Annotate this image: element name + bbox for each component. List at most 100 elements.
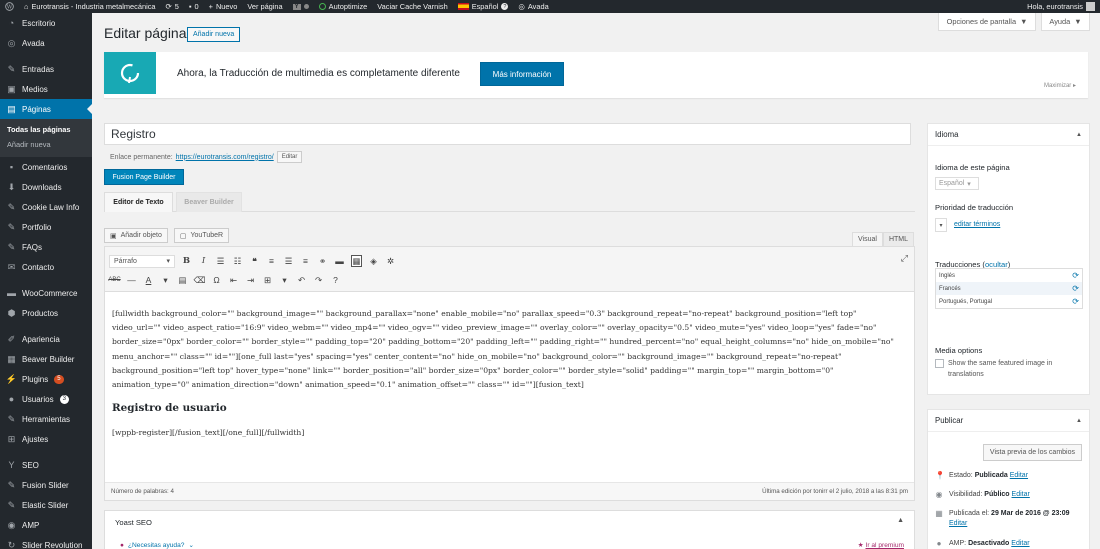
sidebar-item-contacto[interactable]: ✉ Contacto <box>0 257 92 277</box>
blockquote-icon[interactable]: ❝ <box>249 255 260 267</box>
table-icon[interactable]: ⊞ <box>262 274 273 286</box>
caret-down-icon[interactable]: ▾ <box>279 274 290 286</box>
tab-text-editor[interactable]: Editor de Texto <box>104 192 173 212</box>
page-language-select[interactable]: Español ▾ <box>935 177 979 190</box>
link-icon[interactable]: ⚭ <box>317 255 328 267</box>
edit-permalink-button[interactable]: Editar <box>276 151 303 163</box>
site-name-link[interactable]: ⌂ Eurotransis - Industria metalmecánica <box>19 0 161 13</box>
sidebar-item-seo[interactable]: Y SEO <box>0 455 92 475</box>
fusion-page-builder-button[interactable]: Fusion Page Builder <box>104 169 184 185</box>
comments-link[interactable]: ▪ 0 <box>184 0 204 13</box>
media-featured-checkbox[interactable]: Show the same featured image in translat… <box>935 358 1084 380</box>
align-left-icon[interactable]: ≡ <box>266 255 277 267</box>
paste-text-icon[interactable]: ▤ <box>177 274 188 286</box>
preview-changes-button[interactable]: Vista previa de los cambios <box>982 444 1082 461</box>
account-menu[interactable]: Hola, eurotransis <box>1022 0 1100 13</box>
autoptimize-link[interactable]: Autoptimize <box>314 0 373 13</box>
language-box-header[interactable]: Idioma ▲ <box>928 124 1089 146</box>
fullscreen-icon[interactable]: ⤢ <box>901 253 908 264</box>
sidebar-item-amp[interactable]: ◉ AMP <box>0 515 92 535</box>
translation-row[interactable]: Francés ⟳ <box>936 282 1082 295</box>
youtuber-button[interactable]: ▢ YouTubeR <box>173 228 230 243</box>
edit-status-link[interactable]: Editar <box>1010 472 1028 479</box>
bullet-list-icon[interactable]: ☰ <box>215 255 226 267</box>
tab-visual[interactable]: Visual <box>852 232 883 246</box>
caret-down-icon[interactable]: ▾ <box>160 274 171 286</box>
collapse-arrow-icon[interactable]: ▲ <box>897 517 904 524</box>
sidebar-item-faqs[interactable]: ✎ FAQs <box>0 237 92 257</box>
updates-link[interactable]: ⟳ 5 <box>161 0 184 13</box>
tab-html[interactable]: HTML <box>883 232 914 246</box>
yoast-premium-link[interactable]: ★ Ir al premium <box>858 541 904 549</box>
sidebar-item-comentarios[interactable]: ▪ Comentarios <box>0 157 92 177</box>
submenu-add-new[interactable]: Añadir nueva <box>0 137 92 152</box>
sidebar-item-downloads[interactable]: ⬇ Downloads <box>0 177 92 197</box>
bold-icon[interactable]: B <box>181 255 192 267</box>
add-new-button[interactable]: Añadir nueva <box>187 27 241 42</box>
italic-icon[interactable]: I <box>198 255 209 267</box>
sidebar-item-portfolio[interactable]: ✎ Portfolio <box>0 217 92 237</box>
new-content-link[interactable]: + Nuevo <box>204 0 243 13</box>
view-page-link[interactable]: Ver página <box>242 0 287 13</box>
edit-date-link[interactable]: Editar <box>949 520 967 527</box>
sidebar-item-ajustes[interactable]: ⊞ Ajustes <box>0 429 92 449</box>
clear-format-icon[interactable]: ⌫ <box>193 274 205 286</box>
format-select[interactable]: Párrafo ▾ <box>109 254 175 268</box>
post-title-input[interactable]: Registro <box>104 123 911 145</box>
sidebar-item-elastic-slider[interactable]: ✎ Elastic Slider <box>0 495 92 515</box>
language-switcher[interactable]: Español? <box>453 0 514 13</box>
sidebar-item-avada[interactable]: ◎ Avada <box>0 33 92 53</box>
translation-row[interactable]: Inglés ⟳ <box>936 269 1082 282</box>
read-more-icon[interactable]: ▬ <box>334 255 345 267</box>
yoast-help-link[interactable]: ● ¿Necesitas ayuda? ⌄ <box>120 541 194 549</box>
add-media-button[interactable]: ▣ Añadir objeto <box>104 228 168 243</box>
sidebar-item-slider-revolution[interactable]: ↻ Slider Revolution <box>0 535 92 549</box>
text-color-icon[interactable]: A <box>143 274 154 286</box>
sidebar-item-fusion-slider[interactable]: ✎ Fusion Slider <box>0 475 92 495</box>
checkbox[interactable] <box>935 359 944 368</box>
sidebar-item-medios[interactable]: ▣ Medios <box>0 79 92 99</box>
avada-link[interactable]: ◎ Avada <box>513 0 553 13</box>
sidebar-item-productos[interactable]: ⬢ Productos <box>0 303 92 323</box>
sidebar-item-beaver-builder[interactable]: ▦ Beaver Builder <box>0 349 92 369</box>
screen-options-button[interactable]: Opciones de pantalla ▼ <box>938 13 1036 31</box>
maximize-link[interactable]: Maximizar ▸ <box>1044 82 1076 89</box>
translation-row[interactable]: Portugués, Portugal ⟳ <box>936 295 1082 308</box>
horizontal-line-icon[interactable]: — <box>126 274 137 286</box>
sidebar-item-plugins[interactable]: ⚡ Plugins 5 <box>0 369 92 389</box>
varnish-link[interactable]: Vaciar Cache Varnish <box>372 0 452 13</box>
sidebar-item-p-ginas[interactable]: ▤ Páginas <box>0 99 92 119</box>
yoast-bar-icon[interactable]: Y <box>288 0 314 13</box>
help-button[interactable]: Ayuda ▼ <box>1041 13 1090 31</box>
submenu-all-pages[interactable]: Todas las páginas <box>0 122 92 137</box>
editor-content[interactable]: [fullwidth background_color="" backgroun… <box>112 307 902 441</box>
align-center-icon[interactable]: ☰ <box>283 255 294 267</box>
publish-box-header[interactable]: Publicar ▲ <box>928 410 1089 432</box>
more-info-button[interactable]: Más información <box>480 62 564 86</box>
permalink-url[interactable]: https://eurotransis.com/registro/ <box>176 154 274 161</box>
tab-beaver-builder[interactable]: Beaver Builder <box>176 192 242 212</box>
wordpress-logo-icon[interactable]: W <box>0 0 19 13</box>
layer-slider-icon[interactable]: ✲ <box>385 255 396 267</box>
priority-select[interactable]: ▾ <box>935 218 947 232</box>
numbered-list-icon[interactable]: ☷ <box>232 255 243 267</box>
strikethrough-icon[interactable]: ABC <box>108 274 120 286</box>
undo-icon[interactable]: ↶ <box>296 274 307 286</box>
sidebar-item-cookie-law-info[interactable]: ✎ Cookie Law Info <box>0 197 92 217</box>
outdent-icon[interactable]: ⇤ <box>228 274 239 286</box>
edit-visibility-link[interactable]: Editar <box>1012 491 1030 498</box>
sidebar-item-usuarios[interactable]: ● Usuarios 3 <box>0 389 92 409</box>
sidebar-item-apariencia[interactable]: ✐ Apariencia <box>0 329 92 349</box>
sidebar-item-entradas[interactable]: ✎ Entradas <box>0 59 92 79</box>
sidebar-item-woocommerce[interactable]: ▬ WooCommerce <box>0 283 92 303</box>
edit-terms-link[interactable]: editar términos <box>954 221 1000 228</box>
sidebar-item-herramientas[interactable]: ✎ Herramientas <box>0 409 92 429</box>
fusion-shortcode-icon[interactable]: ◈ <box>368 255 379 267</box>
align-right-icon[interactable]: ≡ <box>300 255 311 267</box>
toolbar-toggle-icon[interactable]: ▦ <box>351 255 362 267</box>
edit-amp-link[interactable]: Editar <box>1011 540 1029 547</box>
special-character-icon[interactable]: Ω <box>211 274 222 286</box>
keyboard-help-icon[interactable]: ? <box>330 274 341 286</box>
indent-icon[interactable]: ⇥ <box>245 274 256 286</box>
redo-icon[interactable]: ↷ <box>313 274 324 286</box>
